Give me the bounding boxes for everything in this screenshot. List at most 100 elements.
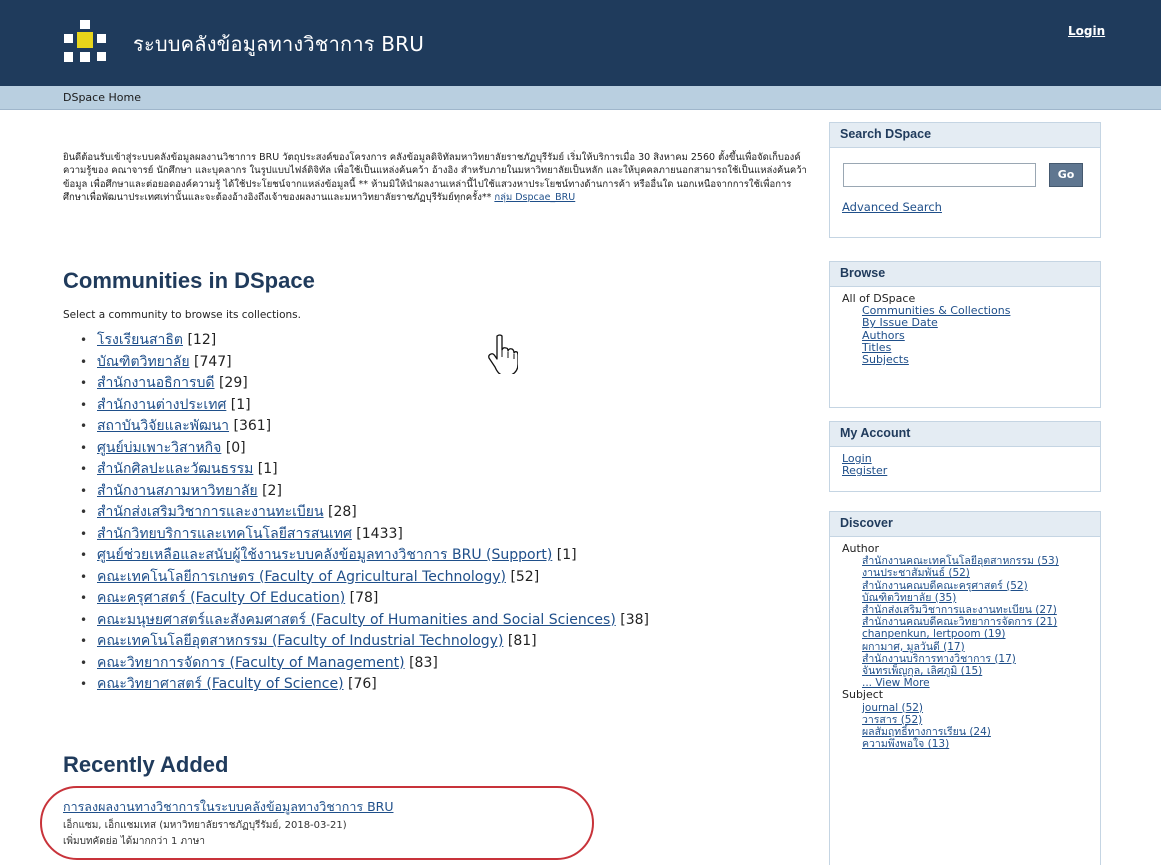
bullet-icon: • bbox=[80, 505, 88, 519]
discover-author-link[interactable]: สำนักงานบริการทางวิชาการ (17) bbox=[842, 653, 1088, 665]
community-count: [1] bbox=[230, 396, 251, 413]
community-item: • คณะวิทยาศาสตร์ (Faculty of Science) [76… bbox=[80, 674, 840, 696]
discover-box: Discover Author สำนักงานคณะเทคโนโลยีอุตส… bbox=[829, 511, 1101, 865]
community-item: • สถาบันวิจัยและพัฒนา [361] bbox=[80, 416, 840, 438]
community-link[interactable]: สำนักงานสภามหาวิทยาลัย bbox=[97, 483, 258, 499]
bullet-icon: • bbox=[80, 677, 88, 691]
intro-group-link[interactable]: กลุ่ม Dspcae_BRU bbox=[494, 192, 575, 203]
browse-authors-link[interactable]: Authors bbox=[842, 329, 1088, 342]
community-item: • สำนักศิลปะและวัฒนธรรม [1] bbox=[80, 459, 840, 481]
community-count: [28] bbox=[328, 504, 357, 520]
discover-author-link[interactable]: สำนักงานคณบดีคณะครุศาสตร์ (52) bbox=[842, 580, 1088, 592]
bullet-icon: • bbox=[80, 569, 88, 584]
search-input[interactable] bbox=[843, 163, 1036, 187]
community-link[interactable]: คณะมนุษยศาสตร์และสังคมศาสตร์ (Faculty of… bbox=[97, 612, 616, 628]
community-link[interactable]: ศูนย์บ่มเพาะวิสาหกิจ bbox=[97, 440, 221, 456]
community-item: • ศูนย์ช่วยเหลือและสนับผู้ใช้งานระบบคลังข… bbox=[80, 545, 840, 567]
intro-text: ยินดีต้อนรับเข้าสู่ระบบคลังข้อมูลผลงานวิ… bbox=[63, 151, 808, 205]
communities-heading: Communities in DSpace bbox=[63, 268, 315, 293]
community-count: [78] bbox=[349, 590, 379, 606]
bullet-icon: • bbox=[80, 333, 88, 347]
community-item: • สำนักวิทยบริการและเทคโนโลยีสารสนเทศ [14… bbox=[80, 524, 840, 546]
community-count: [12] bbox=[187, 332, 217, 348]
discover-subject-link[interactable]: journal (52) bbox=[842, 702, 1088, 714]
community-count: [29] bbox=[218, 375, 248, 391]
community-link[interactable]: ศูนย์ช่วยเหลือและสนับผู้ใช้งานระบบคลังข้… bbox=[97, 547, 552, 563]
communities-hint: Select a community to browse its collect… bbox=[63, 309, 301, 321]
community-count: [81] bbox=[507, 633, 537, 649]
discover-author-link[interactable]: chanpenkun, lertpoom (19) bbox=[842, 628, 1088, 640]
community-item: • บัณฑิตวิทยาลัย [747] bbox=[80, 352, 840, 374]
bullet-icon: • bbox=[80, 655, 88, 670]
site-title[interactable]: ระบบคลังข้อมูลทางวิชาการ BRU bbox=[133, 28, 424, 60]
browse-body: All of DSpace Communities & Collections … bbox=[830, 287, 1100, 372]
community-item: • สำนักงานต่างประเทศ [1] bbox=[80, 395, 840, 417]
search-box: Search DSpace Go Advanced Search bbox=[829, 122, 1101, 238]
community-count: [52] bbox=[510, 568, 540, 585]
community-item: • ศูนย์บ่มเพาะวิสาหกิจ [0] bbox=[80, 438, 840, 460]
community-link[interactable]: สำนักงานต่างประเทศ bbox=[97, 397, 226, 413]
community-item: • สำนักงานอธิการบดี [29] bbox=[80, 373, 840, 395]
site-header: ระบบคลังข้อมูลทางวิชาการ BRU Login bbox=[0, 0, 1161, 86]
community-item: • คณะเทคโนโลยีอุตสาหกรรม (Faculty of Indu… bbox=[80, 631, 840, 653]
intro-paragraph: ยินดีต้อนรับเข้าสู่ระบบคลังข้อมูลผลงานวิ… bbox=[63, 152, 807, 204]
bullet-icon: • bbox=[80, 483, 88, 498]
bullet-icon: • bbox=[80, 612, 88, 627]
community-count: [83] bbox=[409, 654, 438, 671]
community-count: [0] bbox=[225, 439, 246, 456]
discover-author-label: Author bbox=[842, 542, 880, 555]
community-link[interactable]: สำนักส่งเสริมวิชาการและงานทะเบียน bbox=[97, 504, 324, 520]
community-count: [1] bbox=[556, 547, 577, 563]
community-link[interactable]: คณะวิทยาศาสตร์ (Faculty of Science) bbox=[97, 676, 344, 692]
bullet-icon: • bbox=[80, 548, 88, 562]
community-link[interactable]: สถาบันวิจัยและพัฒนา bbox=[97, 418, 229, 434]
community-link[interactable]: คณะเทคโนโลยีอุตสาหกรรม (Faculty of Indus… bbox=[97, 633, 503, 649]
discover-body: Author สำนักงานคณะเทคโนโลยีอุตสาหกรรม (5… bbox=[830, 537, 1100, 756]
bullet-icon: • bbox=[80, 591, 88, 605]
bullet-icon: • bbox=[80, 634, 88, 648]
account-heading: My Account bbox=[830, 422, 1100, 447]
discover-author-link[interactable]: งานประชาสัมพันธ์ (52) bbox=[842, 567, 1088, 579]
community-link[interactable]: คณะวิทยาการจัดการ (Faculty of Management… bbox=[97, 655, 405, 671]
community-link[interactable]: สำนักศิลปะและวัฒนธรรม bbox=[97, 461, 253, 477]
browse-subjects-link[interactable]: Subjects bbox=[842, 353, 1088, 366]
bullet-icon: • bbox=[80, 354, 88, 369]
header-login-link[interactable]: Login bbox=[1068, 24, 1105, 38]
community-link[interactable]: คณะครุศาสตร์ (Faculty Of Education) bbox=[97, 590, 345, 606]
dspace-logo-icon[interactable] bbox=[64, 20, 108, 64]
community-link[interactable]: คณะเทคโนโลยีการเกษตร (Faculty of Agricul… bbox=[97, 569, 506, 585]
discover-author-link[interactable]: สำนักส่งเสริมวิชาการและงานทะเบียน (27) bbox=[842, 604, 1088, 616]
account-register-link[interactable]: Register bbox=[842, 464, 1088, 477]
community-item: • คณะเทคโนโลยีการเกษตร (Faculty of Agricu… bbox=[80, 567, 840, 589]
discover-heading: Discover bbox=[830, 512, 1100, 537]
discover-subject-link[interactable]: ความพึงพอใจ (13) bbox=[842, 738, 1088, 750]
discover-author-link[interactable]: จันทรเพ็ญกุล, เลิศภูมิ (15) bbox=[842, 665, 1088, 677]
community-count: [1] bbox=[257, 461, 278, 477]
community-link[interactable]: บัณฑิตวิทยาลัย bbox=[97, 354, 190, 370]
recently-added-heading: Recently Added bbox=[63, 752, 229, 777]
discover-subject-link[interactable]: ผลสัมฤทธิ์ทางการเรียน (24) bbox=[842, 726, 1088, 738]
discover-author-link[interactable]: บัณฑิตวิทยาลัย (35) bbox=[842, 592, 1088, 604]
community-item: • คณะครุศาสตร์ (Faculty Of Education) [78… bbox=[80, 588, 840, 610]
community-item: • สำนักส่งเสริมวิชาการและงานทะเบียน [28] bbox=[80, 502, 840, 524]
advanced-search-link[interactable]: Advanced Search bbox=[842, 201, 1088, 213]
community-count: [361] bbox=[233, 418, 272, 434]
browse-issue-date-link[interactable]: By Issue Date bbox=[842, 317, 1088, 329]
go-button[interactable]: Go bbox=[1049, 163, 1083, 187]
community-count: [76] bbox=[348, 676, 377, 692]
community-list: • โรงเรียนสาธิต [12] • บัณฑิตวิทยาลัย [747… bbox=[80, 330, 840, 696]
community-link[interactable]: โรงเรียนสาธิต bbox=[97, 332, 183, 348]
community-count: [2] bbox=[262, 482, 282, 499]
browse-heading: Browse bbox=[830, 262, 1100, 287]
community-link[interactable]: สำนักงานอธิการบดี bbox=[97, 375, 215, 391]
discover-author-link[interactable]: ผกามาศ, มูลวันดี (17) bbox=[842, 641, 1088, 653]
discover-author-link[interactable]: สำนักงานคณบดีคณะวิทยาการจัดการ (21) bbox=[842, 616, 1088, 628]
bullet-icon: • bbox=[80, 526, 88, 541]
discover-subject-link[interactable]: วารสาร (52) bbox=[842, 714, 1088, 726]
discover-author-link[interactable]: สำนักงานคณะเทคโนโลยีอุตสาหกรรม (53) bbox=[842, 555, 1088, 567]
breadcrumb: DSpace Home bbox=[0, 86, 1161, 110]
community-link[interactable]: สำนักวิทยบริการและเทคโนโลยีสารสนเทศ bbox=[97, 526, 352, 542]
browse-box: Browse All of DSpace Communities & Colle… bbox=[829, 261, 1101, 408]
account-body: Login Register bbox=[830, 447, 1100, 483]
breadcrumb-home[interactable]: DSpace Home bbox=[63, 91, 141, 104]
